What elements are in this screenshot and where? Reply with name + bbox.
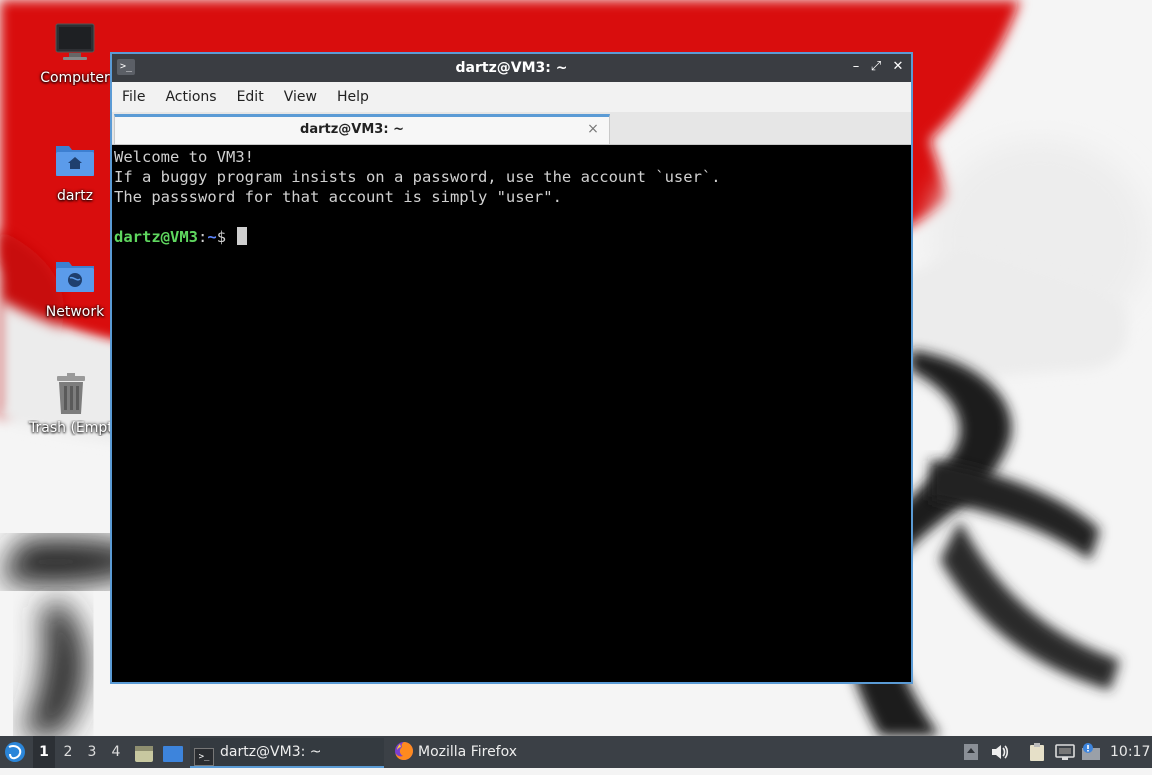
tab-label: dartz@VM3: ~ — [300, 122, 404, 137]
terminal-icon: >_ — [194, 748, 214, 766]
menu-view[interactable]: View — [274, 82, 327, 112]
terminal-tab[interactable]: dartz@VM3: ~ × — [114, 114, 610, 144]
desktop-icon — [163, 746, 183, 762]
file-manager-launcher[interactable] — [134, 743, 154, 762]
computer-icon — [53, 22, 97, 66]
terminal-window[interactable]: >_ dartz@VM3: ~ – ⤢ ✕ File Actions Edit Vie… — [110, 52, 913, 684]
terminal-prompt: dartz@VM3:~$ — [114, 227, 909, 247]
terminal-output[interactable]: Welcome to VM3! If a buggy program insis… — [114, 145, 909, 680]
update-notifier-icon[interactable] — [1080, 742, 1100, 762]
taskbar: 1 2 3 4 >_ dartz@VM3: ~ Mozilla Firefox — [0, 736, 1152, 768]
minimize-button[interactable]: – — [847, 58, 865, 76]
start-menu-button[interactable] — [4, 741, 26, 763]
prompt-end: $ — [216, 228, 236, 246]
menu-help[interactable]: Help — [327, 82, 379, 112]
prompt-user: dartz@VM3 — [114, 228, 198, 246]
menu-bar: File Actions Edit View Help — [112, 82, 911, 113]
task-terminal[interactable]: >_ dartz@VM3: ~ — [190, 738, 384, 768]
workspace-1[interactable]: 1 — [33, 736, 55, 768]
workspace-4[interactable]: 4 — [105, 736, 127, 768]
task-label: Mozilla Firefox — [418, 744, 518, 760]
workspace-3[interactable]: 3 — [81, 736, 103, 768]
text-cursor — [237, 227, 248, 245]
lxqt-logo-icon — [5, 742, 25, 762]
task-label: dartz@VM3: ~ — [220, 744, 322, 760]
maximize-button[interactable]: ⤢ — [867, 58, 885, 76]
task-firefox[interactable]: Mozilla Firefox — [392, 738, 562, 766]
firefox-icon — [394, 741, 414, 761]
desktop-icon-label: Trash (Empty) — [29, 420, 117, 436]
menu-actions[interactable]: Actions — [155, 82, 226, 112]
clipboard-icon[interactable] — [1027, 742, 1047, 762]
file-manager-icon — [135, 746, 153, 762]
network-status-icon[interactable] — [1054, 742, 1075, 762]
close-button[interactable]: ✕ — [889, 58, 907, 76]
window-title: dartz@VM3: ~ — [455, 60, 568, 76]
tab-bar: dartz@VM3: ~ × — [112, 112, 911, 145]
show-desktop-button[interactable] — [162, 743, 184, 762]
clock[interactable]: 10:17 — [1110, 736, 1150, 768]
menu-file[interactable]: File — [112, 82, 155, 112]
workspace-2[interactable]: 2 — [57, 736, 79, 768]
tray-expand-icon[interactable] — [962, 742, 982, 762]
volume-icon[interactable] — [990, 742, 1010, 762]
terminal-line: The passsword for that account is simply… — [114, 188, 562, 206]
tab-close-button[interactable]: × — [585, 119, 601, 139]
menu-edit[interactable]: Edit — [227, 82, 274, 112]
terminal-line: Welcome to VM3! — [114, 148, 254, 166]
trash-icon — [49, 372, 93, 416]
prompt-separator: : — [198, 228, 208, 246]
prompt-path: ~ — [207, 228, 217, 246]
desktop-icon-trash[interactable]: Trash (Empty) — [25, 372, 117, 436]
terminal-line: If a buggy program insists on a password… — [114, 168, 721, 186]
window-titlebar[interactable]: >_ dartz@VM3: ~ – ⤢ ✕ — [112, 54, 911, 82]
home-folder-icon — [53, 140, 97, 184]
network-folder-icon — [53, 256, 97, 300]
